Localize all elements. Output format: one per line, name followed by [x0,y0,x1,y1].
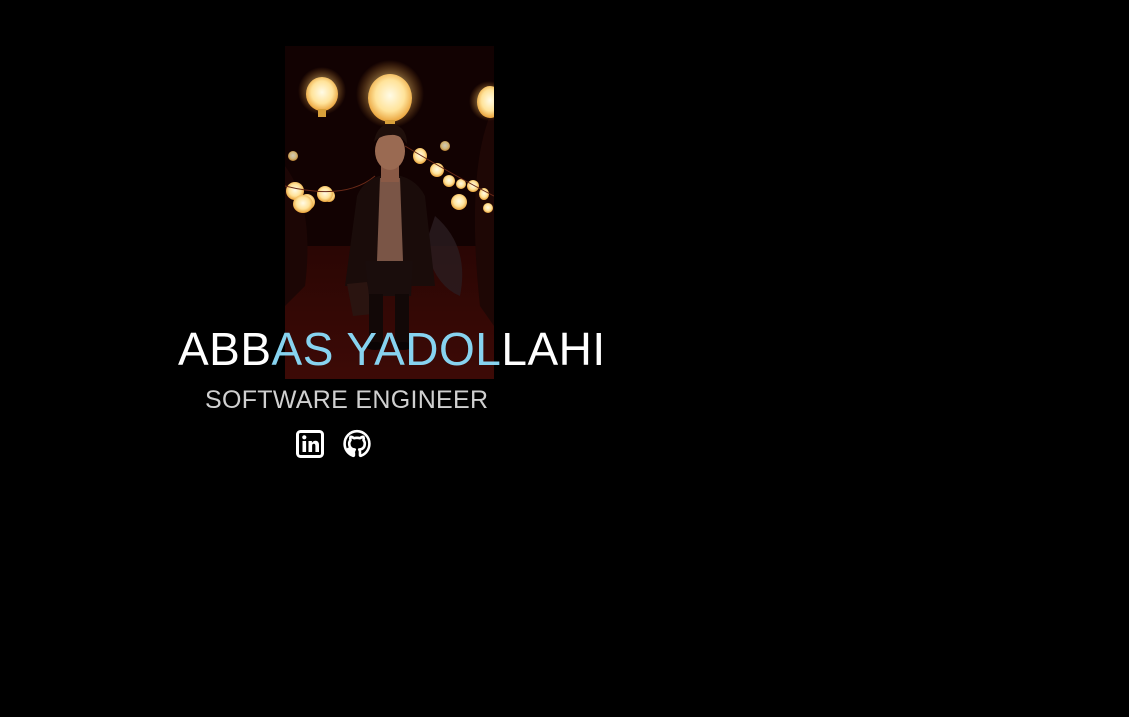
profile-name: ABBAS YADOLLAHI [178,322,606,376]
linkedin-icon [296,430,324,458]
social-links [296,429,371,459]
github-icon [343,429,371,458]
name-part-3: LAHI [501,323,606,375]
name-part-1: ABB [178,323,272,375]
linkedin-link[interactable] [296,429,324,459]
profile-title: SOFTWARE ENGINEER [205,386,489,414]
hero-section: ABBAS YADOLLAHI SOFTWARE ENGINEER [0,0,1129,717]
github-link[interactable] [343,429,371,459]
name-part-2-highlight: AS YADOL [271,323,502,375]
